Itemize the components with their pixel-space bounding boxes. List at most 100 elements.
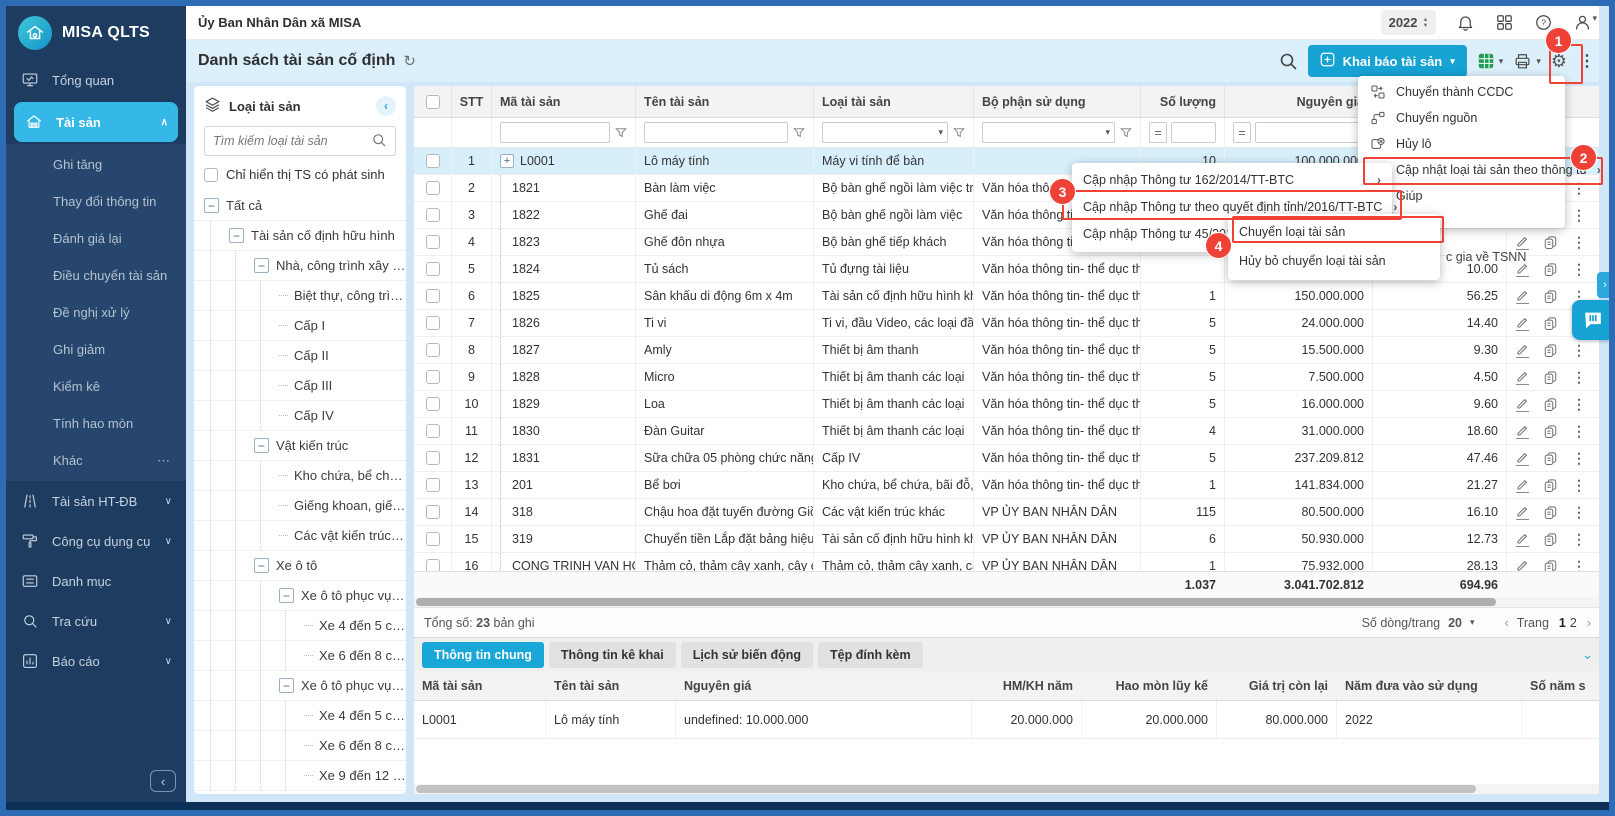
tree-node[interactable]: Cấp III (194, 371, 406, 401)
refresh-icon[interactable]: ↻ (403, 52, 416, 70)
duplicate-icon[interactable] (1543, 505, 1558, 520)
row-checkbox[interactable] (426, 235, 440, 249)
sidebar-subitem[interactable]: Ghi giảm (6, 331, 186, 368)
row-checkbox[interactable] (426, 397, 440, 411)
edit-icon[interactable] (1516, 289, 1529, 304)
user-profile-icon[interactable]: ▾ (1573, 13, 1597, 32)
print-button[interactable]: ▾ (1513, 52, 1541, 71)
scrollbar-thumb[interactable] (416, 598, 1496, 606)
sidebar-subitem[interactable]: Tính hao mòn (6, 405, 186, 442)
edit-icon[interactable] (1516, 532, 1529, 547)
duplicate-icon[interactable] (1543, 262, 1558, 277)
filter-equals-icon[interactable]: = (1149, 122, 1167, 143)
tree-node[interactable]: −Vật kiến trúc (194, 431, 406, 461)
filter-type-select[interactable]: ▾ (822, 122, 948, 143)
collapse-node-icon[interactable]: − (254, 258, 269, 273)
tree-node[interactable]: Các vật kiến trúc khá... (194, 521, 406, 551)
row-checkbox[interactable] (426, 424, 440, 438)
tab-thông-tin-kê-khai[interactable]: Thông tin kê khai (549, 642, 676, 668)
table-row[interactable]: 13201Bể bơiKho chứa, bể chứa, bãi đỗ, sâ… (414, 472, 1601, 499)
edit-icon[interactable] (1516, 397, 1529, 412)
side-expand-tab[interactable]: › (1597, 272, 1613, 298)
collapse-node-icon[interactable]: − (279, 588, 294, 603)
tree-node[interactable]: Xe 6 đến 8 chỗ (194, 731, 406, 761)
duplicate-icon[interactable] (1543, 451, 1558, 466)
duplicate-icon[interactable] (1543, 478, 1558, 493)
row-checkbox[interactable] (426, 478, 440, 492)
tree-node[interactable]: −Xe ô tô phục vụ công... (194, 581, 406, 611)
collapse-node-icon[interactable]: − (229, 228, 244, 243)
collapse-node-icon[interactable]: − (279, 678, 294, 693)
scrollbar-thumb[interactable] (416, 785, 1476, 793)
panel-collapse-button[interactable]: ‹ (376, 96, 396, 116)
row-menu-kebab-icon[interactable]: ⋮ (1572, 234, 1586, 251)
row-checkbox[interactable] (426, 154, 440, 168)
edit-icon[interactable] (1516, 505, 1529, 520)
tab-tệp-đính-kèm[interactable]: Tệp đính kèm (818, 642, 923, 668)
row-menu-kebab-icon[interactable]: ⋮ (1572, 180, 1586, 197)
filter-equals-icon[interactable]: = (1233, 122, 1251, 143)
row-menu-kebab-icon[interactable]: ⋮ (1572, 261, 1586, 278)
row-checkbox[interactable] (426, 451, 440, 465)
export-excel-button[interactable]: ▾ (1477, 52, 1504, 70)
tree-node[interactable]: −Tài sản cố định hữu hình (194, 221, 406, 251)
edit-icon[interactable] (1516, 370, 1529, 385)
edit-icon[interactable] (1516, 451, 1529, 466)
sidebar-subitem[interactable]: Đánh giá lại (6, 220, 186, 257)
row-checkbox[interactable] (426, 505, 440, 519)
tree-node[interactable]: Xe 9 đến 12 chỗ (194, 761, 406, 791)
collapse-node-icon[interactable]: − (204, 198, 219, 213)
declare-asset-button[interactable]: Khai báo tài sản ▾ (1308, 45, 1467, 77)
chevron-down-icon[interactable]: ▾ (1470, 617, 1475, 628)
tree-node[interactable]: Cấp II (194, 341, 406, 371)
filter-code-input[interactable] (500, 122, 610, 143)
table-row[interactable]: 121831Sữa chữa 05 phòng chức năng ...Cấp… (414, 445, 1601, 472)
tree-node[interactable]: −Nhà, công trình xây dựng (194, 251, 406, 281)
rows-per-page-value[interactable]: 20 (1448, 616, 1462, 630)
tree-node[interactable]: Kho chứa, bể chứa, b... (194, 461, 406, 491)
menu-item[interactable]: Chuyển loại tài sản (1228, 217, 1440, 246)
table-row[interactable]: 71826Ti viTi vi, đầu Video, các loại đầu… (414, 310, 1601, 337)
sidebar-item-roller[interactable]: Công cụ dụng cụ∨ (6, 521, 186, 561)
edit-icon[interactable] (1516, 316, 1529, 331)
row-checkbox[interactable] (426, 181, 440, 195)
sidebar-collapse-button[interactable]: ‹ (150, 770, 176, 792)
row-menu-kebab-icon[interactable]: ⋮ (1572, 423, 1586, 440)
row-menu-kebab-icon[interactable]: ⋮ (1572, 342, 1586, 359)
show-incurred-checkbox[interactable] (204, 168, 218, 182)
menu-item[interactable]: Chuyển thành CCDC (1358, 79, 1565, 105)
duplicate-icon[interactable] (1543, 343, 1558, 358)
tree-node[interactable]: Giếng khoan, giếng đ... (194, 491, 406, 521)
tree-search-input[interactable] (213, 134, 371, 148)
table-row[interactable]: 101829LoaThiết bị âm thanh các loạiVăn h… (414, 391, 1601, 418)
row-checkbox[interactable] (426, 262, 440, 276)
table-row[interactable]: 15319Chuyển tiền Lắp đặt bảng hiệu ...Tà… (414, 526, 1601, 553)
tree-node[interactable]: −Tất cả (194, 191, 406, 221)
tree-node[interactable]: −Xe ô tô (194, 551, 406, 581)
filter-name-input[interactable] (644, 122, 788, 143)
sidebar-item-asset[interactable]: Tài sản∧ (14, 102, 178, 142)
expand-row-icon[interactable]: + (500, 154, 514, 168)
next-page-button[interactable]: › (1587, 616, 1591, 630)
duplicate-icon[interactable] (1543, 289, 1558, 304)
menu-item[interactable]: Chuyển nguồn (1358, 105, 1565, 131)
select-all-checkbox[interactable] (426, 95, 440, 109)
collapse-detail-icon[interactable]: ⌄ (1582, 647, 1593, 663)
table-row[interactable]: 111830Đàn GuitarThiết bị âm thanh các lo… (414, 418, 1601, 445)
tree-node[interactable]: Cấp I (194, 311, 406, 341)
tree-node[interactable]: Biệt thự, công trình x... (194, 281, 406, 311)
tab-lịch-sử-biến-động[interactable]: Lịch sử biến động (681, 642, 813, 668)
duplicate-icon[interactable] (1543, 559, 1558, 572)
search-icon[interactable] (1278, 51, 1298, 71)
row-checkbox[interactable] (426, 208, 440, 222)
filter-funnel-icon[interactable] (615, 127, 627, 139)
filter-funnel-icon[interactable] (1120, 127, 1132, 139)
row-menu-kebab-icon[interactable]: ⋮ (1572, 396, 1586, 413)
detail-horizontal-scrollbar[interactable] (414, 784, 1601, 794)
menu-item[interactable]: Hủy lô (1358, 131, 1565, 157)
sidebar-subitem[interactable]: Khác⋯ (6, 442, 186, 479)
tree-node[interactable]: Xe 4 đến 5 chỗ (194, 611, 406, 641)
sidebar-item-list[interactable]: Danh mục (6, 561, 186, 601)
notification-bell-icon[interactable] (1456, 13, 1475, 32)
filter-funnel-icon[interactable] (793, 127, 805, 139)
